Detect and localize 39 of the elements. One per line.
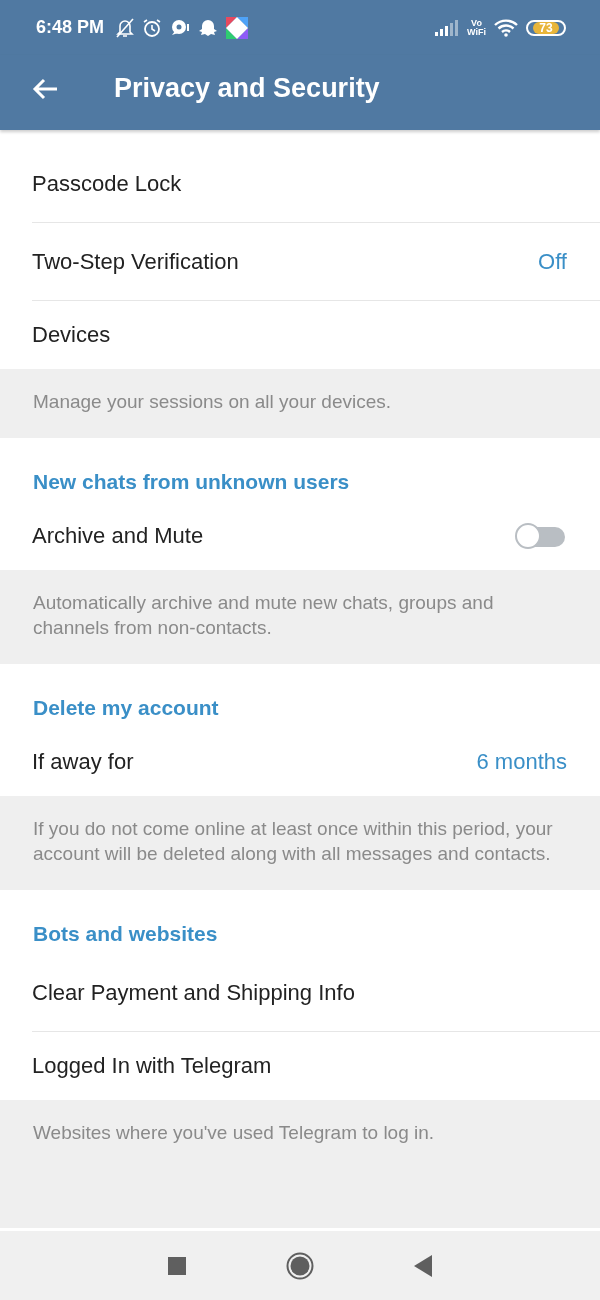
section-header: Delete my account bbox=[32, 695, 220, 721]
toggle-switch[interactable] bbox=[515, 523, 567, 549]
signal-icon bbox=[435, 19, 460, 36]
row-label: Archive and Mute bbox=[32, 523, 204, 549]
row-label: Two-Step Verification bbox=[32, 248, 239, 275]
settings-row[interactable]: Passcode Lock bbox=[32, 145, 600, 223]
app-logo-icon bbox=[226, 16, 249, 39]
row-label: Logged In with Telegram bbox=[32, 1053, 272, 1079]
row-value: 6 months bbox=[476, 749, 567, 775]
alarm-clock-icon bbox=[142, 17, 163, 38]
vo-label: Vo bbox=[470, 18, 483, 28]
row-label: Clear Payment and Shipping Info bbox=[32, 979, 355, 1006]
square-icon bbox=[168, 1256, 186, 1275]
wifi-label: WiFi bbox=[467, 27, 486, 37]
back-nav-button[interactable] bbox=[414, 1254, 432, 1277]
screen-title: Privacy and Security bbox=[114, 73, 380, 104]
triangle-back-icon bbox=[414, 1254, 432, 1277]
bell-off-icon bbox=[116, 17, 135, 38]
settings-row[interactable]: Devices bbox=[32, 301, 600, 369]
row-value: Off bbox=[538, 248, 567, 275]
wifi-icon bbox=[494, 18, 518, 37]
ghost-icon bbox=[198, 17, 219, 38]
row-label: If away for bbox=[32, 749, 134, 775]
back-arrow-icon bbox=[32, 77, 58, 100]
home-button[interactable] bbox=[286, 1251, 314, 1280]
settings-row[interactable]: Clear Payment and Shipping Info bbox=[32, 954, 600, 1032]
settings-row[interactable]: If away for 6 months bbox=[32, 728, 600, 796]
section-header: New chats from unknown users bbox=[32, 469, 351, 495]
battery-level: 73 bbox=[533, 21, 559, 34]
recents-button[interactable] bbox=[168, 1256, 186, 1275]
home-circle-icon bbox=[286, 1251, 314, 1280]
row-label: Passcode Lock bbox=[32, 170, 182, 197]
clock-time: 6:48 PM bbox=[36, 17, 105, 38]
section-header: Bots and websites bbox=[32, 921, 219, 947]
row-label: Devices bbox=[32, 322, 111, 348]
chat-bubble-icon bbox=[170, 18, 191, 37]
settings-row[interactable]: Two-Step Verification Off bbox=[32, 223, 600, 301]
settings-row[interactable]: Logged In with Telegram bbox=[32, 1032, 600, 1100]
settings-row[interactable]: Archive and Mute bbox=[32, 502, 600, 570]
